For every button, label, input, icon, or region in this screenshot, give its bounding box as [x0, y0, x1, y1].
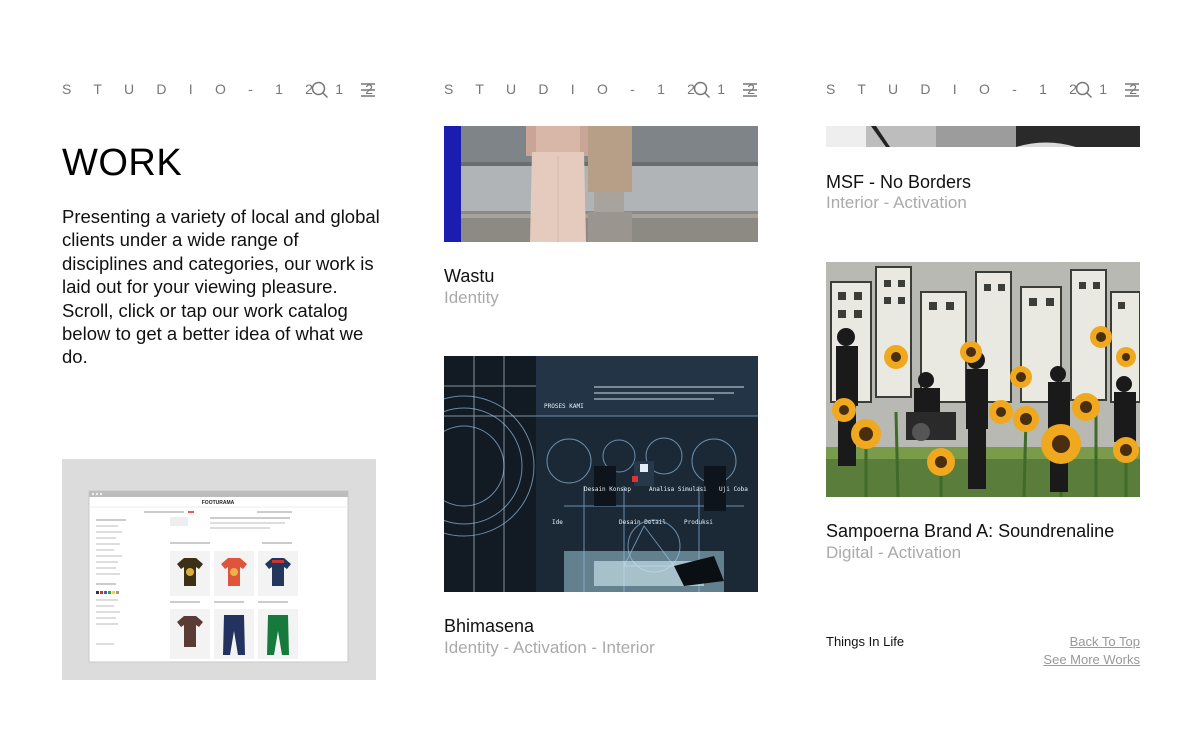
search-icon[interactable]: [1075, 81, 1093, 99]
project-title[interactable]: Wastu: [444, 266, 494, 287]
back-to-top-link[interactable]: Back To Top: [1070, 634, 1140, 649]
project-thumbnail-footurama[interactable]: FOOTURAMA: [62, 459, 376, 680]
search-icon[interactable]: [311, 81, 329, 99]
project-title[interactable]: Bhimasena: [444, 616, 534, 637]
column-projects-2: S T U D I O - 1 2 1 2 Wastu Identity PRO…: [444, 0, 758, 734]
column-projects-3: S T U D I O - 1 2 1 2 MSF - No Borders I…: [826, 0, 1140, 734]
project-categories: Identity: [444, 288, 499, 307]
bhimasena-label: Produksi: [684, 519, 713, 526]
bhimasena-label: Uji Coba: [719, 486, 748, 493]
intro-description: Presenting a variety of local and global…: [62, 206, 380, 368]
project-title[interactable]: Sampoerna Brand A: Soundrenaline: [826, 521, 1114, 542]
project-categories: Interior - Activation: [826, 193, 967, 212]
wastu-photo: [444, 126, 758, 242]
hamburger-menu-icon[interactable]: [1124, 82, 1140, 98]
soundrenaline-photo: [826, 262, 1140, 497]
site-header: S T U D I O - 1 2 1 2: [62, 80, 376, 100]
hamburger-menu-icon[interactable]: [742, 82, 758, 98]
msf-photo: [826, 126, 1140, 147]
project-thumbnail-wastu[interactable]: [444, 126, 758, 242]
project-categories: Digital - Activation: [826, 543, 962, 562]
search-icon[interactable]: [693, 81, 711, 99]
mockup-brand: FOOTURAMA: [202, 500, 235, 506]
column-intro: S T U D I O - 1 2 1 2 WORK Presenting a …: [62, 0, 380, 734]
site-logo[interactable]: S T U D I O - 1 2 1 2: [62, 81, 382, 97]
see-more-works-link[interactable]: See More Works: [1043, 652, 1140, 667]
project-thumbnail-msf[interactable]: [826, 126, 1140, 147]
project-categories: Identity - Activation - Interior: [444, 638, 655, 657]
site-logo[interactable]: S T U D I O - 1 2 1 2: [444, 81, 764, 97]
project-thumbnail-bhimasena[interactable]: PROSES KAMI Desain Konsep Analisa Simula…: [444, 356, 758, 592]
bhimasena-photo: PROSES KAMI Desain Konsep Analisa Simula…: [444, 356, 758, 592]
footer-things-in-life[interactable]: Things In Life: [826, 634, 904, 649]
bhimasena-label: Desain Konsep: [584, 486, 631, 493]
hamburger-menu-icon[interactable]: [360, 82, 376, 98]
page-title: WORK: [62, 142, 183, 184]
bhimasena-label: Ide: [552, 519, 563, 526]
website-mockup-image: FOOTURAMA: [88, 490, 349, 663]
site-header: S T U D I O - 1 2 1 2: [444, 80, 758, 100]
bhimasena-screen-heading: PROSES KAMI: [544, 403, 584, 410]
bhimasena-label: Analisa Simulasi: [649, 486, 707, 493]
bhimasena-label: Desain Detail: [619, 519, 666, 526]
project-title[interactable]: MSF - No Borders: [826, 172, 971, 193]
project-thumbnail-soundrenaline[interactable]: [826, 262, 1140, 497]
site-logo[interactable]: S T U D I O - 1 2 1 2: [826, 81, 1146, 97]
site-header: S T U D I O - 1 2 1 2: [826, 80, 1140, 100]
